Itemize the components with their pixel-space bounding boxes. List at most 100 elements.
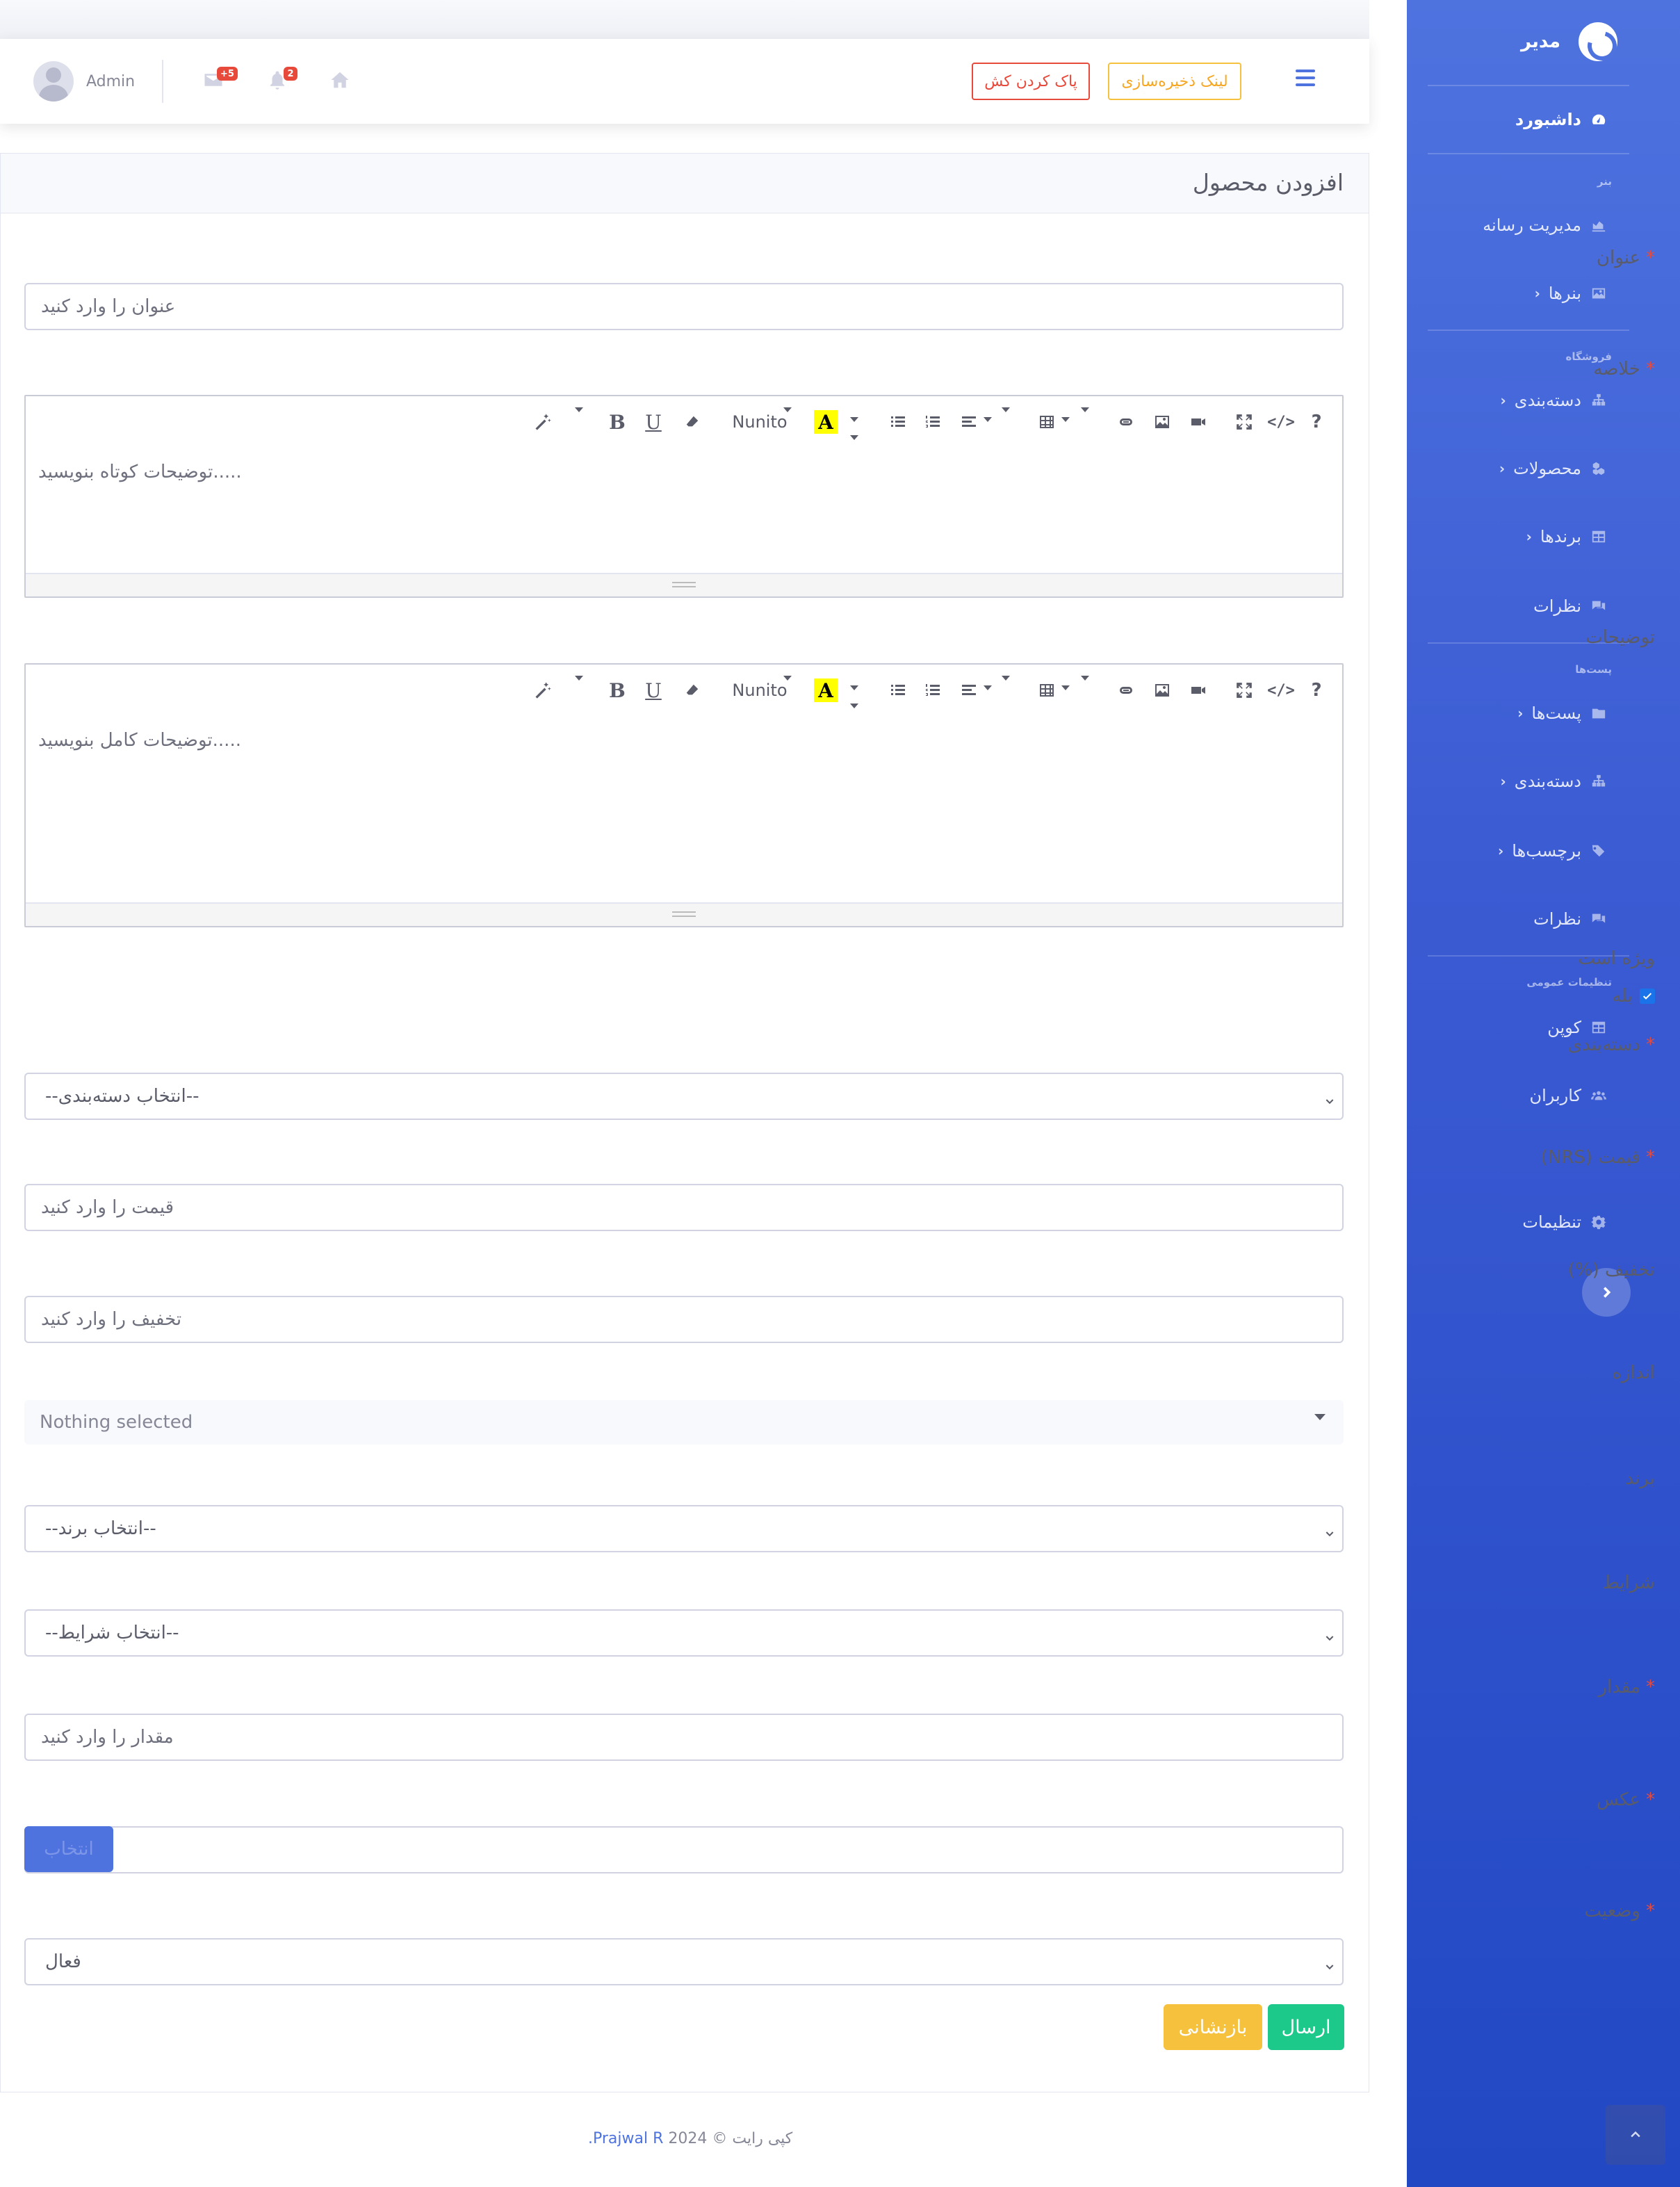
sidebar-item-settings[interactable]: تنظیمات (1522, 1212, 1608, 1232)
font-family-select[interactable]: Nunito (725, 678, 794, 702)
picture-icon[interactable] (1150, 410, 1174, 434)
table-icon (1590, 529, 1608, 544)
status-select[interactable]: فعال (24, 1938, 1344, 1985)
sidebar-item-post-comments[interactable]: نظرات (1533, 909, 1608, 929)
scroll-to-top-button[interactable] (1606, 2105, 1665, 2165)
sidebar-item-products[interactable]: محصولات › (1499, 459, 1608, 478)
reset-button[interactable]: بازنشانی (1164, 2004, 1262, 2050)
fullscreen-icon[interactable] (1232, 678, 1256, 702)
description-label: توضیحات (1585, 627, 1655, 648)
table-icon[interactable] (1035, 410, 1059, 434)
size-multiselect[interactable]: Nothing selected (24, 1400, 1344, 1445)
magic-style-icon[interactable] (526, 678, 560, 702)
link-icon[interactable] (1114, 410, 1138, 434)
bold-icon[interactable]: B (605, 410, 629, 434)
messages-envelope[interactable]: +5 (203, 67, 238, 93)
sidebar-item-users[interactable]: کاربران (1529, 1086, 1608, 1105)
sidebar-brand[interactable]: مدیر (1521, 21, 1617, 63)
sidebar-divider (1428, 85, 1629, 86)
clear-cache-button[interactable]: پاک کردن کش (972, 63, 1090, 100)
condition-select-value: --انتخاب شرایط-- (45, 1623, 179, 1643)
dropdown-caret (1002, 407, 1010, 412)
brand-label: برند (1625, 1468, 1655, 1489)
text-color-icon[interactable]: A (814, 410, 838, 434)
home-icon[interactable] (329, 70, 353, 93)
sidebar-label: نظرات (1533, 596, 1581, 616)
sidebar-item-categories[interactable]: دسته‌بندی › (1501, 391, 1608, 410)
photo-choose-button[interactable]: انتخاب (24, 1826, 113, 1872)
description-editor[interactable]: B U Nunito A </> ? توضیحات کامل بنویسید.… (24, 663, 1344, 927)
footer-copyright: کپی رایت © 2024 Prajwal R. (588, 2130, 792, 2147)
quantity-input[interactable]: مقدار را وارد کنید (24, 1714, 1344, 1761)
editor-toolbar: B U Nunito A </> ? (26, 403, 1342, 442)
unordered-list-icon[interactable] (886, 410, 910, 434)
featured-checkbox[interactable] (1640, 989, 1655, 1004)
ordered-list-icon[interactable] (921, 410, 945, 434)
category-select-value: --انتخاب دسته‌بندی-- (45, 1086, 199, 1107)
cubes-icon (1590, 461, 1608, 476)
chevron-down-icon (1324, 1627, 1335, 1641)
bold-icon[interactable]: B (605, 678, 629, 702)
fullscreen-icon[interactable] (1232, 410, 1256, 434)
sidebar-item-post-categories[interactable]: دسته‌بندی › (1501, 772, 1608, 791)
code-view-icon[interactable]: </> (1267, 678, 1295, 702)
price-input[interactable]: قیمت را وارد کنید (24, 1184, 1344, 1231)
user-dropdown[interactable]: Admin (33, 61, 135, 101)
title-input[interactable]: عنوان را وارد کنید (24, 283, 1344, 330)
sidebar-label: تنظیمات (1522, 1212, 1581, 1232)
editor-resize-bar[interactable] (26, 902, 1342, 926)
eraser-icon[interactable] (680, 410, 704, 434)
top-strip (0, 0, 1369, 39)
underline-icon[interactable]: U (642, 410, 665, 434)
storage-link-button[interactable]: لینک ذخیره‌سازی (1108, 63, 1241, 100)
eraser-icon[interactable] (680, 678, 704, 702)
sidebar-item-media[interactable]: مدیریت رسانه (1483, 216, 1608, 235)
size-label: اندازه (1612, 1363, 1655, 1383)
tachometer-icon (1590, 112, 1608, 127)
ordered-list-icon[interactable] (921, 678, 945, 702)
sidebar-item-comments[interactable]: نظرات (1533, 596, 1608, 616)
align-icon[interactable] (957, 410, 981, 434)
category-select[interactable]: --انتخاب دسته‌بندی-- (24, 1073, 1344, 1120)
description-editor-content[interactable]: توضیحات کامل بنویسید..... (38, 730, 241, 751)
notifications-bell[interactable]: 2 (267, 67, 297, 93)
submit-button[interactable]: ارسال (1268, 2004, 1344, 2050)
author-link[interactable]: Prajwal R. (588, 2130, 663, 2147)
align-icon[interactable] (957, 678, 981, 702)
text-color-icon[interactable]: A (814, 678, 838, 702)
underline-icon[interactable]: U (642, 678, 665, 702)
summary-editor-content[interactable]: توضیحات کوتاه بنویسید..... (38, 462, 242, 482)
discount-input[interactable]: تخفیف را وارد کنید (24, 1296, 1344, 1343)
table-icon[interactable] (1035, 678, 1059, 702)
sidebar-item-tags[interactable]: برچسب‌ها › (1498, 841, 1608, 861)
video-icon[interactable] (1186, 678, 1210, 702)
picture-icon[interactable] (1150, 678, 1174, 702)
photo-path-input[interactable] (24, 1826, 1344, 1873)
help-icon[interactable]: ? (1305, 678, 1328, 702)
sidebar-label: محصولات (1513, 459, 1581, 478)
magic-style-icon[interactable] (526, 410, 560, 434)
summary-editor[interactable]: B U Nunito A </> ? توضیحات کوتاه بنویسید… (24, 395, 1344, 598)
sidebar-item-banners[interactable]: بنرها › (1535, 284, 1608, 303)
sidebar-label: کاربران (1529, 1086, 1581, 1105)
condition-select[interactable]: --انتخاب شرایط-- (24, 1609, 1344, 1657)
video-icon[interactable] (1186, 410, 1210, 434)
sidebar-label: پست‌ها (1531, 704, 1581, 723)
help-icon[interactable]: ? (1305, 410, 1328, 434)
sidebar-item-posts[interactable]: پست‌ها › (1517, 704, 1608, 723)
featured-label: ویژه است (1578, 948, 1655, 969)
hamburger-menu-icon[interactable] (1296, 70, 1315, 88)
brand-select[interactable]: --انتخاب برند-- (24, 1505, 1344, 1552)
sidebar-label: برندها (1540, 527, 1581, 546)
unordered-list-icon[interactable] (886, 678, 910, 702)
editor-resize-bar[interactable] (26, 573, 1342, 596)
brand-select-value: --انتخاب برند-- (45, 1518, 156, 1539)
font-family-select[interactable]: Nunito (725, 410, 794, 434)
chart-area-icon (1590, 218, 1608, 233)
topbar: لینک ذخیره‌سازی پاک کردن کش 2 +5 Admin (0, 39, 1369, 124)
link-icon[interactable] (1114, 678, 1138, 702)
sidebar-item-dashboard[interactable]: داشبورد (1515, 110, 1608, 129)
code-view-icon[interactable]: </> (1267, 410, 1295, 434)
dropdown-caret (1081, 676, 1089, 681)
sidebar-item-brands[interactable]: برندها › (1526, 527, 1608, 546)
